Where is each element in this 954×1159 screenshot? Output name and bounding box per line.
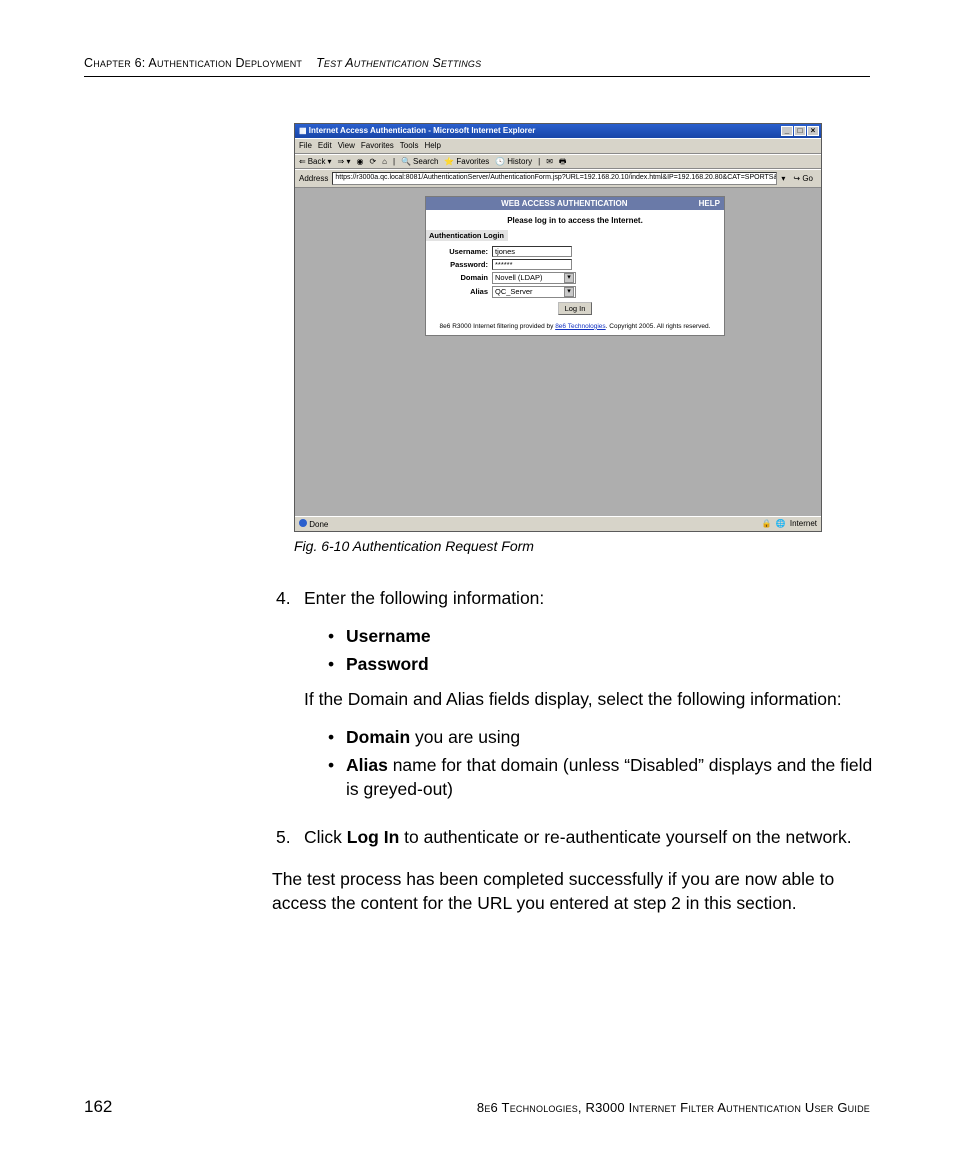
ie-window: ▦ Internet Access Authentication - Micro… [294,123,822,532]
step-4-text: Enter the following information: [304,586,876,610]
auth-header: WEB ACCESS AUTHENTICATION HELP [426,197,724,211]
step-4: 4. Enter the following information: •Use… [276,586,876,811]
auth-footer: 8e6 R3000 Internet filtering provided by… [426,321,724,335]
internet-icon: 🌐 [776,519,786,529]
auth-panel: WEB ACCESS AUTHENTICATION HELP Please lo… [425,196,725,336]
forward-button[interactable]: ⇒ ▾ [338,157,351,167]
menu-favorites[interactable]: Favorites [361,141,394,151]
ie-logo-icon [299,519,307,527]
close-icon[interactable]: × [807,126,819,136]
search-button[interactable]: 🔍 Search [401,157,438,167]
stop-icon[interactable]: ◉ [356,157,363,167]
domain-select[interactable]: Novell (LDAP)▾ [492,272,576,284]
ie-status-bar: Done 🔒 🌐 Internet [295,516,821,532]
chevron-down-icon[interactable]: ▾ [564,273,574,283]
auth-form: Username: tjones Password: ****** Domain… [426,241,724,321]
status-text: Done [309,520,328,529]
auth-heading: WEB ACCESS AUTHENTICATION [430,199,699,209]
print-icon[interactable]: 🖶 [559,157,567,167]
header-right: Test Authentication Settings [316,56,481,70]
menu-view[interactable]: View [338,141,355,151]
vendor-link[interactable]: 8e6 Technologies [555,323,605,330]
address-dropdown-icon[interactable]: ▾ [781,174,785,184]
security-zone: 🔒 🌐 Internet [762,519,817,529]
home-icon[interactable]: ⌂ [382,157,387,167]
figure-6-10: ▦ Internet Access Authentication - Micro… [294,123,822,532]
ie-content-area: WEB ACCESS AUTHENTICATION HELP Please lo… [295,188,821,516]
ie-toolbar: ⇐ Back ▾ ⇒ ▾ ◉ ⟳ ⌂ | 🔍 Search ⭐ Favorite… [295,154,821,170]
password-label: Password: [432,260,488,269]
username-input[interactable]: tjones [492,246,572,257]
body-text: 4. Enter the following information: •Use… [276,586,876,849]
page-number: 162 [84,1097,112,1117]
ie-menubar: File Edit View Favorites Tools Help [295,138,821,154]
alias-label: Alias [432,287,488,296]
closing-paragraph: The test process has been completed succ… [272,867,878,915]
go-button[interactable]: ↪ Go [789,174,817,184]
list-item: • Alias name for that domain (unless “Di… [328,753,876,801]
refresh-icon[interactable]: ⟳ [369,157,376,167]
auth-section-label: Authentication Login [426,230,508,241]
chevron-down-icon[interactable]: ▾ [564,287,574,297]
address-input[interactable]: https://r3000a.qc.local:8081/Authenticat… [332,172,777,184]
step-5-number: 5. [276,825,304,849]
ie-app-icon: ▦ [299,126,307,136]
menu-edit[interactable]: Edit [318,141,332,151]
login-button[interactable]: Log In [558,302,593,315]
menu-help[interactable]: Help [424,141,440,151]
back-button[interactable]: ⇐ Back ▾ [299,157,332,167]
step-4-note: If the Domain and Alias fields display, … [304,687,876,711]
footer-text: 8e6 Technologies, R3000 Internet Filter … [477,1100,870,1115]
history-button[interactable]: 🕓 History [495,157,532,167]
header-left: Chapter 6: Authentication Deployment [84,56,302,70]
list-item: •Username [328,624,876,648]
menu-tools[interactable]: Tools [400,141,419,151]
auth-message: Please log in to access the Internet. [426,210,724,230]
list-item: •Password [328,652,876,676]
running-header: Chapter 6: Authentication Deployment Tes… [84,56,870,77]
domain-label: Domain [432,273,488,282]
maximize-icon[interactable]: □ [794,126,806,136]
step-5: 5. Click Log In to authenticate or re-au… [276,825,876,849]
ie-titlebar: ▦ Internet Access Authentication - Micro… [295,124,821,138]
menu-file[interactable]: File [299,141,312,151]
minimize-icon[interactable]: _ [781,126,793,136]
help-link[interactable]: HELP [699,199,720,209]
address-label: Address [299,174,328,184]
password-input[interactable]: ****** [492,259,572,270]
step-4-number: 4. [276,586,304,811]
ie-title-text: Internet Access Authentication - Microso… [309,126,536,136]
alias-select[interactable]: QC_Server▾ [492,286,576,298]
page-footer: 162 8e6 Technologies, R3000 Internet Fil… [84,1097,870,1117]
username-label: Username: [432,247,488,256]
figure-caption: Fig. 6-10 Authentication Request Form [294,538,870,554]
ie-address-bar: Address https://r3000a.qc.local:8081/Aut… [295,169,821,187]
mail-icon[interactable]: ✉ [546,157,553,167]
lock-icon: 🔒 [762,519,772,529]
favorites-button[interactable]: ⭐ Favorites [444,157,489,167]
list-item: • Domain you are using [328,725,876,749]
